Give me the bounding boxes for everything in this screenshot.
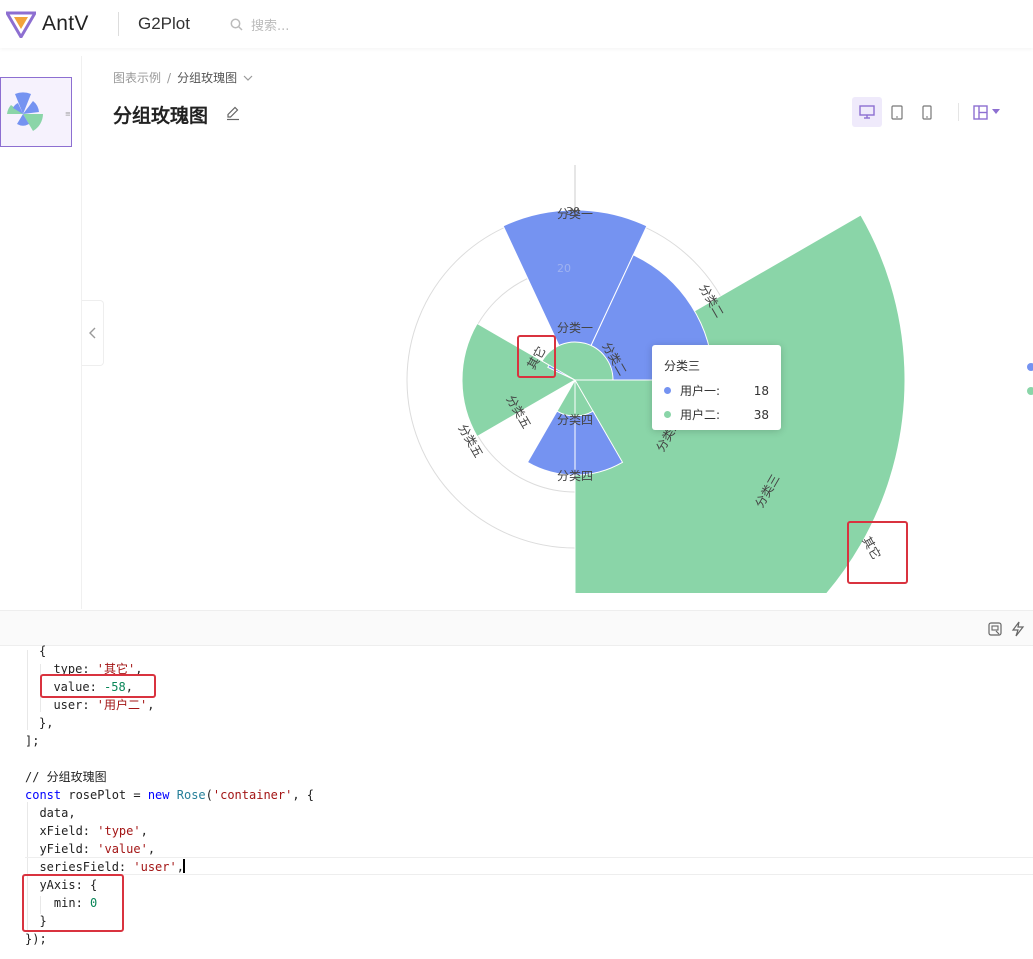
code-token: xField: — [25, 824, 98, 838]
edit-icon[interactable] — [225, 105, 241, 121]
code-editor[interactable]: { type: '其它', value: -58, user: '用户二', }… — [0, 644, 1033, 959]
indent-guide — [27, 650, 28, 730]
example-thumbnail[interactable]: ≡ — [0, 77, 72, 147]
toolbar-divider — [958, 103, 959, 121]
search-icon — [230, 18, 243, 31]
breadcrumb-current[interactable]: 分组玫瑰图 — [177, 69, 237, 86]
tablet-icon — [891, 104, 903, 120]
annotation-box — [40, 674, 156, 698]
radial-tick-label: 30 — [566, 205, 580, 218]
tooltip-row: 用户二: 38 — [664, 406, 769, 423]
lightning-icon[interactable] — [1011, 621, 1025, 637]
inner-label-category-2: 分类二 — [599, 340, 629, 378]
code-token: yField: — [25, 842, 98, 856]
code-token: user: — [39, 698, 97, 712]
layout-dropdown-button[interactable] — [973, 104, 1000, 120]
series-2-sector[interactable] — [558, 341, 592, 382]
annotation-box — [22, 874, 124, 932]
annotation-box — [847, 521, 908, 584]
tooltip-series-name: 用户一: — [680, 384, 721, 398]
code-token: seriesField: — [25, 860, 134, 874]
code-token: ( — [205, 788, 213, 802]
code-line: }); — [25, 932, 47, 946]
desktop-view-button[interactable] — [852, 97, 882, 127]
outer-label-category-3: 分类三 — [752, 472, 782, 510]
rose-thumbnail-icon: ≡ — [7, 92, 71, 131]
device-preview-switcher — [852, 97, 1000, 127]
collapse-sidebar-button[interactable] — [82, 300, 104, 366]
search-placeholder: 搜索... — [251, 19, 290, 34]
code-line: const rosePlot = new Rose('container', { — [25, 786, 314, 804]
code-line: }, — [39, 716, 54, 730]
code-line: data, — [25, 806, 76, 820]
breadcrumb-separator: / — [167, 70, 172, 85]
code-token: 'value' — [97, 842, 148, 856]
code-token: , — [140, 824, 148, 838]
legend-item-series-1[interactable] — [1027, 363, 1033, 371]
chevron-left-icon — [88, 327, 95, 339]
header-divider — [118, 12, 119, 36]
code-token: rosePlot = — [61, 788, 148, 802]
search-box[interactable]: 搜索... — [230, 15, 289, 34]
code-token: , — [147, 698, 155, 712]
code-token: 'container' — [212, 788, 293, 802]
mobile-view-button[interactable] — [912, 97, 942, 127]
rose-chart[interactable]: 30 20 分类一 分类二 分类三 分类四 分类五 其它 分类一 分类二 分类三… — [0, 0, 1033, 610]
antv-logo-icon — [6, 11, 36, 38]
code-token: const — [25, 788, 62, 802]
tablet-view-button[interactable] — [882, 97, 912, 127]
tooltip-row: 用户一: 18 — [664, 382, 769, 399]
product-name[interactable]: G2Plot — [138, 14, 190, 34]
breadcrumb: 图表示例 / 分组玫瑰图 — [113, 69, 253, 86]
antv-logo[interactable]: AntV — [6, 10, 89, 38]
desktop-icon — [859, 105, 875, 119]
text-cursor — [183, 859, 185, 873]
series-1-dot — [664, 387, 671, 394]
inner-label-category-5: 分类五 — [503, 393, 533, 431]
chevron-down-icon[interactable] — [243, 74, 253, 82]
outer-label-category-1: 分类一 — [557, 207, 593, 221]
code-line: { — [39, 644, 47, 658]
caret-down-icon — [992, 109, 1000, 114]
radial-tick-label: 20 — [557, 262, 571, 275]
legend-item-series-2[interactable] — [1027, 387, 1033, 395]
code-token: 'type' — [97, 824, 141, 838]
code-line: ]; — [25, 734, 40, 748]
breadcrumb-root[interactable]: 图表示例 — [113, 69, 161, 86]
tooltip-value: 18 — [753, 383, 769, 398]
editor-toolbar — [0, 610, 1033, 646]
tooltip-value: 38 — [753, 407, 769, 422]
svg-text:≡: ≡ — [65, 110, 71, 118]
save-code-icon[interactable] — [987, 621, 1003, 637]
code-line: user: '用户二', — [39, 696, 154, 714]
code-token: Rose — [169, 788, 206, 802]
top-bar: AntV G2Plot 搜索... — [0, 0, 1033, 48]
code-token: , — [147, 842, 156, 856]
chart-tooltip: 分类三 用户一: 18 用户二: 38 — [652, 345, 781, 430]
tooltip-title: 分类三 — [664, 359, 701, 373]
code-line: xField: 'type', — [25, 822, 148, 840]
series-2-dot — [664, 411, 671, 418]
inner-label-category-4: 分类四 — [557, 413, 593, 427]
series-2-sector[interactable] — [574, 344, 614, 381]
code-token: 'user' — [133, 860, 177, 874]
annotation-box — [517, 335, 556, 378]
layout-icon — [973, 104, 988, 120]
outer-label-category-5: 分类五 — [455, 422, 485, 460]
page-title: 分组玫瑰图 — [113, 105, 209, 127]
outer-label-category-2: 分类二 — [696, 282, 726, 320]
series-2-sector[interactable] — [555, 378, 595, 419]
tooltip-series-name: 用户二: — [680, 408, 721, 422]
outer-label-category-4: 分类四 — [557, 469, 593, 483]
example-thumbnail-rail: ≡ — [0, 56, 82, 609]
series-1-sector[interactable] — [526, 410, 624, 476]
code-token: '用户二' — [96, 698, 148, 712]
code-token: new — [147, 788, 170, 802]
code-token: , { — [292, 788, 315, 802]
logo-text: AntV — [42, 12, 89, 35]
inner-label-category-1: 分类一 — [557, 321, 593, 335]
code-line: // 分组玫瑰图 — [25, 770, 107, 784]
code-line: yField: 'value', — [25, 840, 155, 858]
mobile-icon — [922, 104, 932, 120]
